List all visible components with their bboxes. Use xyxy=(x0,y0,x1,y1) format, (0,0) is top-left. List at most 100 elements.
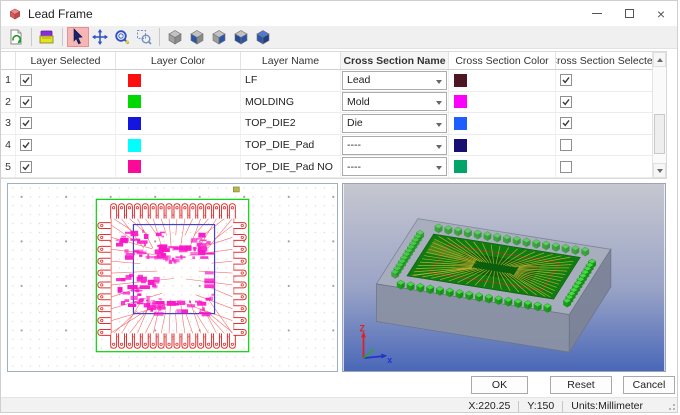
scroll-down-icon xyxy=(657,169,663,173)
maximize-button[interactable] xyxy=(613,1,645,26)
status-separator xyxy=(562,401,563,412)
layer-color-swatch[interactable] xyxy=(128,74,141,87)
reload-file-icon xyxy=(7,28,25,46)
layer-color-cell xyxy=(116,113,241,134)
layer-color-swatch[interactable] xyxy=(128,139,141,152)
cross-section-dropdown[interactable]: Mold xyxy=(342,92,447,111)
cross-section-color-swatch[interactable] xyxy=(454,160,467,173)
layer-selected-checkbox[interactable] xyxy=(20,161,32,173)
cross-section-dropdown[interactable]: Lead xyxy=(342,71,447,90)
table-row: 2MOLDINGMold xyxy=(1,92,653,114)
layers-icon xyxy=(38,28,56,46)
cube-bottom-icon xyxy=(188,28,206,46)
column-header-layer-color[interactable]: Layer Color xyxy=(116,52,241,69)
cross-section-dropdown-value: Mold xyxy=(347,96,370,108)
cross-section-selected-checkbox[interactable] xyxy=(560,139,572,151)
cross-section-color-swatch[interactable] xyxy=(454,95,467,108)
cube-front-icon xyxy=(232,28,250,46)
column-header-layer-name[interactable]: Layer Name xyxy=(241,52,341,69)
cross-section-dropdown[interactable]: ---- xyxy=(342,157,447,176)
cross-section-color-swatch[interactable] xyxy=(454,139,467,152)
cross-section-name-cell: Die xyxy=(341,113,449,134)
cross-section-dropdown-value: Lead xyxy=(347,74,370,86)
minimize-button[interactable] xyxy=(581,1,613,26)
check-icon xyxy=(561,75,571,85)
layer-table: Layer SelectedLayer ColorLayer NameCross… xyxy=(1,51,667,179)
pan-tool-button[interactable] xyxy=(89,27,111,47)
scroll-down-button[interactable] xyxy=(653,163,666,178)
layer-selected-checkbox[interactable] xyxy=(20,74,32,86)
row-number[interactable]: 4 xyxy=(1,135,16,156)
layer-selected-checkbox[interactable] xyxy=(20,117,32,129)
reload-file-button[interactable] xyxy=(5,27,27,47)
view-cube-4-button[interactable] xyxy=(230,27,252,47)
scroll-up-icon xyxy=(657,58,663,62)
layer-selected-cell xyxy=(16,113,116,134)
zoom-window-icon xyxy=(135,28,153,46)
3d-leadframe-render: Zx xyxy=(343,184,665,371)
layer-selected-cell xyxy=(16,156,116,177)
chevron-down-icon xyxy=(436,166,442,170)
cross-section-dropdown[interactable]: ---- xyxy=(342,136,447,155)
cross-section-selected-checkbox[interactable] xyxy=(560,96,572,108)
layer-color-cell xyxy=(116,70,241,91)
cross-section-color-cell xyxy=(449,70,556,91)
ok-button[interactable]: OK xyxy=(471,376,528,394)
chevron-down-icon xyxy=(436,145,442,149)
view-cube-5-button[interactable] xyxy=(252,27,274,47)
close-button[interactable]: × xyxy=(645,1,677,26)
cross-section-selected-checkbox[interactable] xyxy=(560,161,572,173)
titlebar: Lead Frame × xyxy=(1,1,677,26)
pan-icon xyxy=(91,28,109,46)
cross-section-selected-checkbox[interactable] xyxy=(560,74,572,86)
cross-section-color-swatch[interactable] xyxy=(454,74,467,87)
scrollbar-thumb[interactable] xyxy=(654,114,665,154)
chevron-down-icon xyxy=(436,80,442,84)
select-tool-button[interactable] xyxy=(67,27,89,47)
layer-selected-checkbox[interactable] xyxy=(20,96,32,108)
layer-selected-cell xyxy=(16,92,116,113)
layer-color-swatch[interactable] xyxy=(128,95,141,108)
cross-section-color-swatch[interactable] xyxy=(454,117,467,130)
cross-section-dropdown-value: ---- xyxy=(347,139,361,151)
table-row: 3TOP_DIE2Die xyxy=(1,113,653,135)
cancel-button[interactable]: Cancel xyxy=(623,376,675,394)
zoom-tool-button[interactable] xyxy=(111,27,133,47)
status-separator xyxy=(518,401,519,412)
layer-selected-checkbox[interactable] xyxy=(20,139,32,151)
layer-color-swatch[interactable] xyxy=(128,117,141,130)
2d-layout-view[interactable] xyxy=(7,183,338,372)
layers-button[interactable] xyxy=(36,27,58,47)
cross-section-selected-checkbox[interactable] xyxy=(560,117,572,129)
column-header-cross-section-selected[interactable]: Cross Section Selected xyxy=(556,52,653,69)
row-number[interactable]: 3 xyxy=(1,113,16,134)
close-icon: × xyxy=(657,6,665,22)
view-cube-3-button[interactable] xyxy=(208,27,230,47)
zoom-window-button[interactable] xyxy=(133,27,155,47)
cross-section-dropdown[interactable]: Die xyxy=(342,114,447,133)
row-number[interactable]: 5 xyxy=(1,156,16,177)
cross-section-selected-cell xyxy=(556,156,653,177)
lead-frame-window: Lead Frame × Layer SelectedLayer ColorLa… xyxy=(0,0,678,413)
column-header-cross-section-color[interactable]: Cross Section Color xyxy=(449,52,556,69)
zoom-icon xyxy=(113,28,131,46)
cross-section-name-cell: ---- xyxy=(341,156,449,177)
resize-grip[interactable] xyxy=(665,400,675,410)
layer-name-cell: LF xyxy=(241,70,341,91)
reset-button[interactable]: Reset xyxy=(550,376,612,394)
column-header-layer-selected[interactable]: Layer Selected xyxy=(16,52,116,69)
layer-color-cell xyxy=(116,156,241,177)
column-header-cross-section-name[interactable]: Cross Section Name xyxy=(341,52,449,69)
layer-color-swatch[interactable] xyxy=(128,160,141,173)
scroll-up-button[interactable] xyxy=(653,52,666,67)
view-cube-1-button[interactable] xyxy=(164,27,186,47)
row-number[interactable]: 1 xyxy=(1,70,16,91)
view-cube-2-button[interactable] xyxy=(186,27,208,47)
row-number[interactable]: 2 xyxy=(1,92,16,113)
cube-side-icon xyxy=(210,28,228,46)
cross-section-name-cell: Lead xyxy=(341,70,449,91)
3d-preview-view[interactable]: Zx xyxy=(342,183,666,372)
table-scrollbar[interactable] xyxy=(652,52,666,178)
status-x: X:220.25 xyxy=(468,400,510,412)
chevron-down-icon xyxy=(436,101,442,105)
